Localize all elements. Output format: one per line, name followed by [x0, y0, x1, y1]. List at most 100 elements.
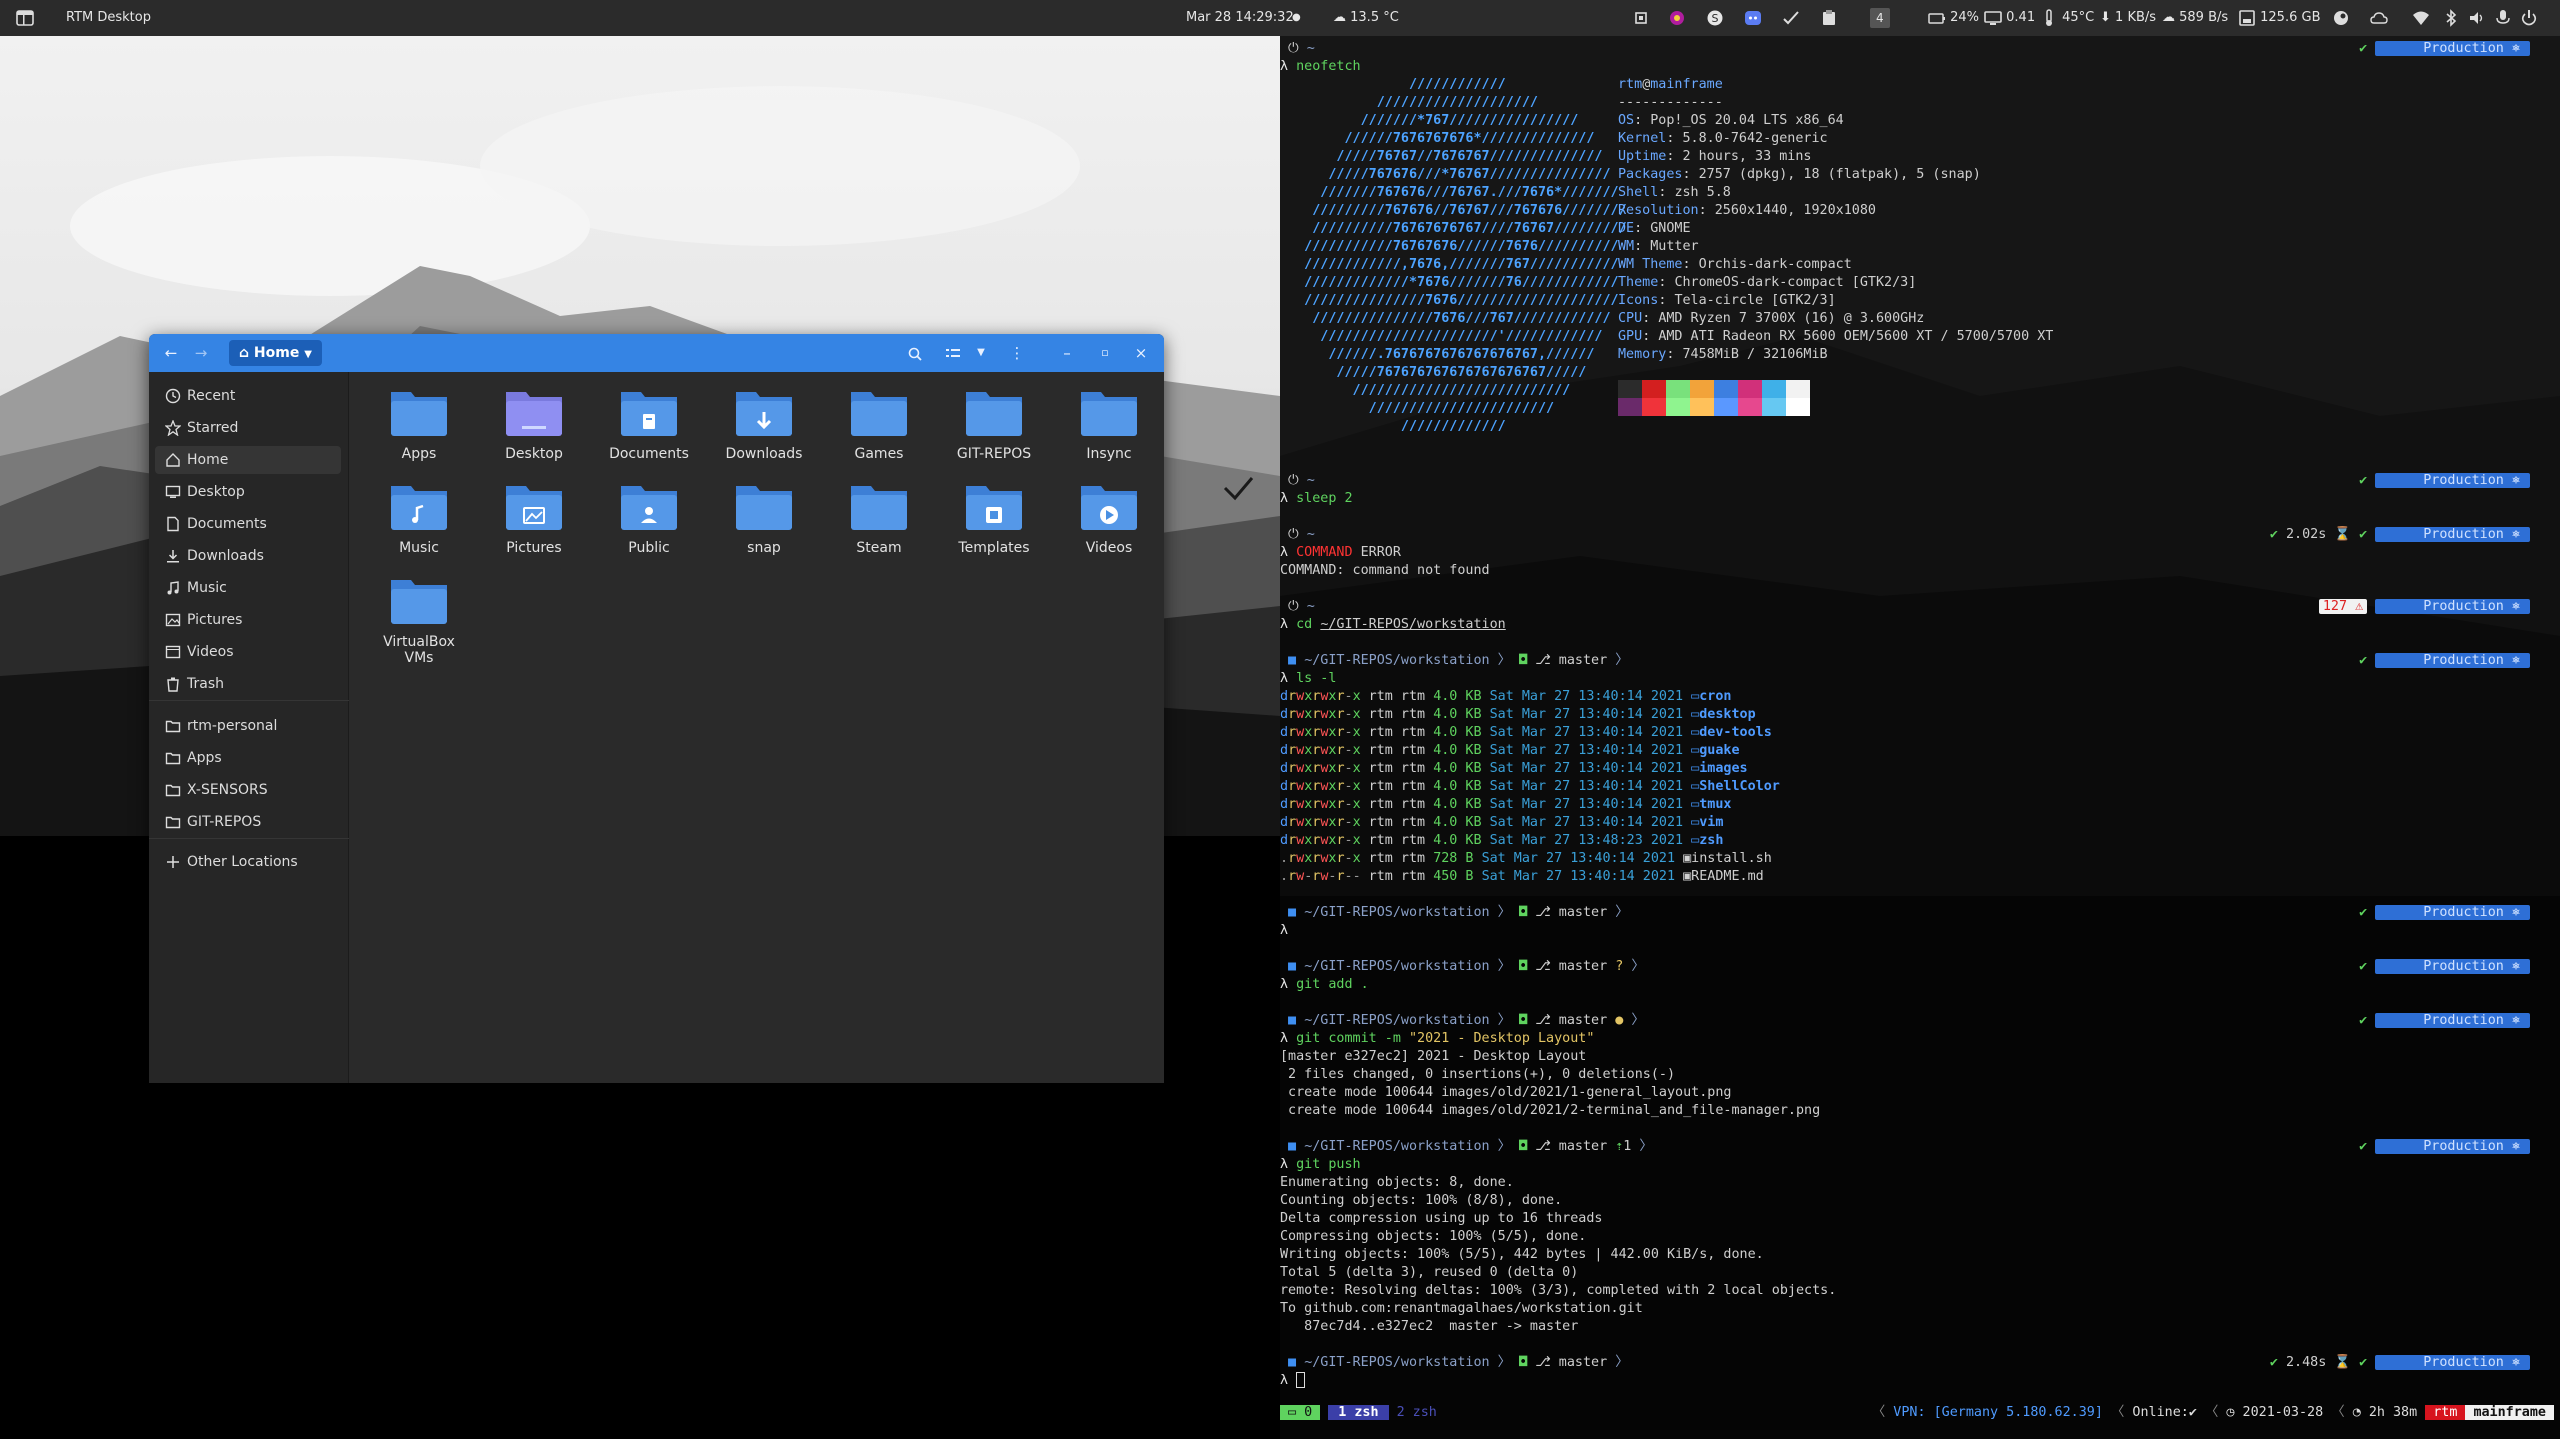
back-arrow-icon[interactable]: ←	[159, 334, 183, 372]
sidebar-item-recent[interactable]: Recent	[155, 382, 341, 410]
battery-indicator[interactable]: 24%	[1928, 0, 1979, 36]
folder-documents[interactable]: Documents	[599, 388, 699, 462]
volume-icon[interactable]	[2468, 0, 2486, 36]
folder-public[interactable]: Public	[599, 482, 699, 556]
command-line: λ git push	[1280, 1156, 1361, 1174]
host-user: rtm	[1618, 77, 1643, 92]
folder-apps[interactable]: Apps	[369, 388, 469, 462]
sidebar-item-videos[interactable]: Videos	[155, 638, 341, 666]
sidebar-item-git-repos[interactable]: GIT-REPOS	[155, 808, 341, 836]
command-line: λ	[1280, 922, 1296, 940]
git-prompt-header: ■ ~/GIT-REPOS/workstation 〉 ◘ ⎇ master ?…	[1280, 958, 1645, 976]
bluetooth-icon[interactable]	[2442, 0, 2460, 36]
forward-arrow-icon[interactable]: →	[189, 334, 213, 372]
sidebar-item-home[interactable]: Home	[155, 446, 341, 474]
command-output: remote: Resolving deltas: 100% (3/3), co…	[1280, 1283, 1837, 1298]
clipboard-icon[interactable]	[1820, 0, 1838, 36]
minimize-icon[interactable]: –	[1055, 334, 1079, 372]
sidebar-item-downloads[interactable]: Downloads	[155, 542, 341, 570]
path-home-label: Home	[253, 345, 300, 361]
sidebar-item-rtm-personal[interactable]: rtm-personal	[155, 712, 341, 740]
sidebar-item-other-locations[interactable]: Other Locations	[155, 848, 341, 876]
activities-icon[interactable]	[16, 0, 34, 36]
close-icon[interactable]: ×	[1129, 334, 1153, 372]
command-output: create mode 100644 images/old/2021/1-gen…	[1280, 1085, 1732, 1100]
wifi-icon[interactable]	[2412, 0, 2430, 36]
svg-text:S: S	[1712, 12, 1719, 25]
steam-icon[interactable]	[2332, 0, 2350, 36]
load-indicator[interactable]: 0.41	[1984, 0, 2035, 36]
app-indicator-icon[interactable]	[1668, 0, 1686, 36]
search-icon[interactable]	[901, 334, 929, 372]
discord-icon[interactable]	[1744, 0, 1762, 36]
disk-icon	[2239, 9, 2255, 26]
separator-icon: 〉	[1489, 959, 1512, 974]
maximize-icon[interactable]: ▫	[1093, 334, 1117, 372]
folder-pictures[interactable]: Pictures	[484, 482, 584, 556]
weather-indicator[interactable]: ☁ 13.5 °C	[1333, 0, 1399, 36]
sidebar-item-label: Desktop	[187, 484, 245, 500]
sidebar-separator	[149, 700, 349, 701]
context-label: Production	[2423, 527, 2504, 542]
clock[interactable]: Mar 28 14:29:32	[1186, 0, 1294, 36]
hourglass-icon: ⌛	[2326, 1355, 2352, 1370]
neofetch-value: 2757 (dpkg), 18 (flatpak), 5 (snap)	[1698, 167, 1981, 182]
skype-icon[interactable]: S	[1706, 0, 1724, 36]
logo-line: ///////////////7676///767////////////	[1280, 311, 1611, 326]
disk-indicator[interactable]: 125.6 GB	[2238, 0, 2320, 36]
github-icon: ◘	[1511, 905, 1536, 920]
home-icon: ⌂	[239, 345, 250, 361]
file-date: Sat Mar 27 13:40:14 2021	[1489, 743, 1684, 758]
folder-label: Pictures	[506, 540, 562, 556]
view-options-chevron-icon[interactable]: ▼	[969, 334, 993, 372]
context-label: Production	[2423, 599, 2504, 614]
folder-steam[interactable]: Steam	[829, 482, 929, 556]
file-date: Sat Mar 27 13:40:14 2021	[1489, 761, 1684, 776]
sidebar-item-music[interactable]: Music	[155, 574, 341, 602]
separator-icon: 〈	[2196, 1405, 2227, 1420]
folder-insync[interactable]: Insync	[1059, 388, 1159, 462]
sidebar-item-trash[interactable]: Trash	[155, 670, 341, 698]
microphone-icon[interactable]	[2494, 0, 2512, 36]
ahead-icon: ⇡	[1607, 1139, 1624, 1154]
folder-games[interactable]: Games	[829, 388, 929, 462]
folder-downloads[interactable]: Downloads	[714, 388, 814, 462]
keyboard-layout[interactable]: 4	[1870, 8, 1890, 28]
folder-music[interactable]: Music	[369, 482, 469, 556]
app-title[interactable]: RTM Desktop	[66, 0, 151, 36]
file-size: 450 B	[1433, 869, 1474, 884]
check-icon[interactable]	[1782, 0, 1800, 36]
sidebar-item-apps[interactable]: Apps	[155, 744, 341, 772]
perm-char: w	[1296, 869, 1305, 884]
file-name: ShellColor	[1699, 779, 1780, 794]
sidebar-item-label: Apps	[187, 750, 222, 766]
terminal-line: Writing objects: 100% (5/5), 442 bytes |…	[1280, 1246, 1764, 1264]
view-list-icon[interactable]	[939, 334, 967, 372]
folder-label: Downloads	[725, 446, 803, 462]
sidebar-item-desktop[interactable]: Desktop	[155, 478, 341, 506]
folder-icon: ■	[1280, 959, 1305, 974]
exit-code-badge: 127 ⚠	[2318, 599, 2368, 614]
menu-kebab-icon[interactable]: ⋮	[1005, 334, 1029, 372]
folder-videos[interactable]: Videos	[1059, 482, 1159, 556]
folder-virtualbox-vms[interactable]: VirtualBox VMs	[369, 576, 469, 666]
sidebar-item-pictures[interactable]: Pictures	[155, 606, 341, 634]
git-branch-icon: ⎇	[1535, 653, 1559, 668]
cloud-icon[interactable]	[2370, 0, 2388, 36]
folder-snap[interactable]: snap	[714, 482, 814, 556]
logo-line: ///////767676///76767.///7676*///////	[1280, 185, 1619, 200]
sidebar-item-documents[interactable]: Documents	[155, 510, 341, 538]
path-home-button[interactable]: ⌂ Home ▼	[229, 340, 322, 366]
folder-git-repos[interactable]: GIT-REPOS	[944, 388, 1044, 462]
net-up-indicator[interactable]: ☁ 589 B/s	[2162, 0, 2228, 36]
folder-icon	[621, 486, 677, 530]
folder-desktop[interactable]: Desktop	[484, 388, 584, 462]
sidebar-item-starred[interactable]: Starred	[155, 414, 341, 442]
kubernetes-icon: ⎈	[2503, 1139, 2520, 1154]
temp-indicator[interactable]: 45°C	[2040, 0, 2094, 36]
net-down-indicator[interactable]: ⬇ 1 KB/s	[2100, 0, 2156, 36]
folder-templates[interactable]: Templates	[944, 482, 1044, 556]
cpu-chip-icon[interactable]	[1632, 0, 1650, 36]
sidebar-item-x-sensors[interactable]: X-SENSORS	[155, 776, 341, 804]
power-icon[interactable]	[2520, 0, 2538, 36]
